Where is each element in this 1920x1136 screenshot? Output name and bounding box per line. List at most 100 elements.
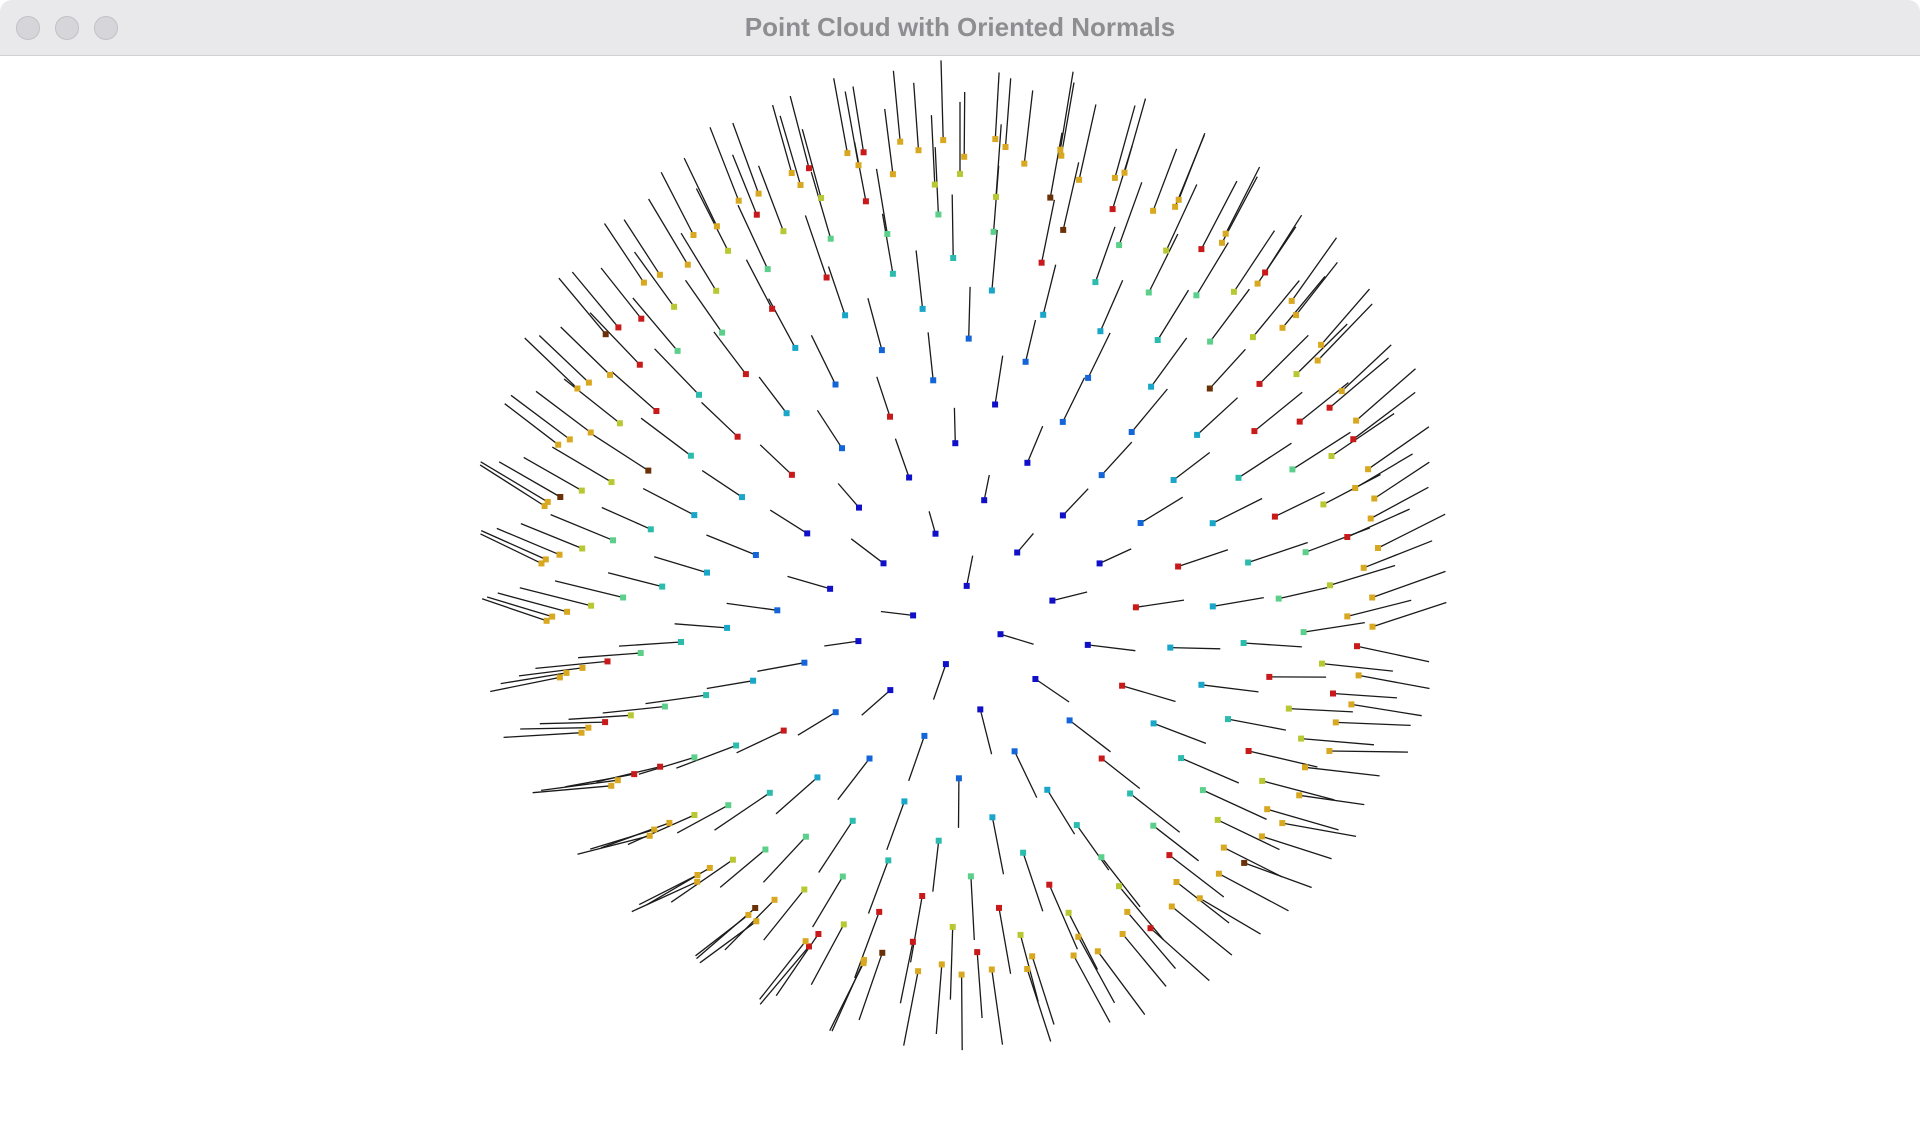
cloud-point [909, 938, 916, 945]
normal-line [524, 337, 578, 389]
cloud-point [1166, 852, 1173, 859]
cloud-point [866, 755, 873, 762]
cloud-point [1047, 194, 1054, 201]
normal-line [894, 438, 910, 478]
normal-line [602, 705, 665, 714]
normal-line [1301, 737, 1375, 746]
3d-viewport[interactable] [0, 56, 1920, 1136]
cloud-point [930, 377, 937, 384]
cloud-point [1198, 246, 1205, 253]
normal-line [854, 911, 880, 979]
normal-line [503, 732, 582, 739]
normal-line [994, 355, 1004, 405]
cloud-point [607, 371, 613, 378]
cloud-point [919, 305, 926, 312]
cloud-point [1206, 385, 1213, 392]
cloud-point [1352, 485, 1359, 491]
normal-line [810, 335, 837, 385]
cloud-point [703, 692, 710, 699]
normal-line [1347, 599, 1412, 618]
normal-line [607, 572, 663, 588]
normal-line [1157, 289, 1190, 341]
normal-line [535, 660, 608, 670]
normal-line [927, 332, 934, 381]
normal-line [618, 641, 682, 647]
cloud-point [1021, 160, 1028, 167]
normal-line [797, 711, 837, 736]
cloud-point [585, 379, 592, 386]
cloud-point [1355, 672, 1362, 679]
cloud-point [1092, 279, 1099, 286]
cloud-point [1046, 881, 1053, 888]
cloud-point [1314, 357, 1321, 364]
cloud-point [1320, 501, 1327, 508]
cloud-point [921, 732, 928, 739]
cloud-point [1194, 431, 1201, 438]
cloud-point [752, 905, 759, 911]
cloud-point [1326, 404, 1333, 411]
cloud-point [1017, 931, 1024, 938]
cloud-point [774, 607, 781, 614]
cloud-point [1209, 603, 1216, 610]
normal-line [1352, 391, 1416, 440]
normal-line [1059, 71, 1074, 150]
normal-line [1150, 337, 1188, 388]
normal-line [645, 694, 707, 705]
normal-line [640, 417, 692, 457]
cloud-point [1049, 597, 1056, 604]
cloud-point [755, 190, 762, 197]
cloud-point [938, 961, 945, 968]
cloud-point [691, 812, 698, 818]
cloud-point [691, 512, 698, 519]
normal-line [1101, 441, 1133, 476]
cloud-point [1279, 324, 1286, 331]
normal-line [1321, 662, 1393, 672]
normal-line [1026, 425, 1044, 464]
normal-line [908, 735, 926, 782]
normal-line [876, 376, 891, 417]
cloud-point [887, 687, 894, 694]
cloud-point [827, 235, 834, 242]
cloud-point [1360, 564, 1367, 571]
cloud-point [996, 904, 1002, 911]
normal-line [486, 596, 553, 618]
cloud-point [855, 162, 862, 169]
normal-line [1274, 491, 1325, 518]
cloud-point [1029, 953, 1036, 960]
cloud-point [696, 391, 702, 398]
normal-line [970, 876, 975, 941]
cloud-point [1240, 640, 1247, 646]
cloud-point [887, 413, 893, 420]
cloud-point [1256, 380, 1263, 387]
cloud-point [1348, 701, 1355, 708]
normal-line [577, 835, 650, 855]
cloud-point [719, 329, 726, 336]
cloud-point [840, 921, 847, 928]
point-cloud-render[interactable] [0, 56, 1920, 1136]
normal-line [928, 511, 937, 534]
normal-line [976, 952, 983, 1019]
normal-line [949, 926, 954, 1000]
cloud-point [957, 170, 963, 177]
normal-line [648, 198, 689, 266]
normal-line [660, 172, 695, 236]
normal-line [771, 104, 793, 174]
cloud-point [694, 878, 701, 885]
cloud-point [804, 530, 811, 537]
cloud-point [542, 556, 549, 563]
cloud-point [1369, 594, 1376, 601]
normal-line [706, 534, 757, 556]
normal-line [1101, 757, 1141, 790]
normal-line [880, 610, 914, 617]
cloud-point [1094, 948, 1101, 955]
cloud-point [602, 331, 609, 338]
cloud-point [543, 617, 550, 624]
normal-line [497, 592, 568, 613]
title-bar[interactable]: Point Cloud with Oriented Normals [0, 0, 1920, 56]
cloud-point [932, 530, 939, 537]
normal-line [1169, 854, 1225, 898]
normal-line [1052, 591, 1088, 602]
cloud-point [564, 608, 571, 615]
normal-line [892, 70, 901, 142]
cloud-point [636, 361, 643, 368]
